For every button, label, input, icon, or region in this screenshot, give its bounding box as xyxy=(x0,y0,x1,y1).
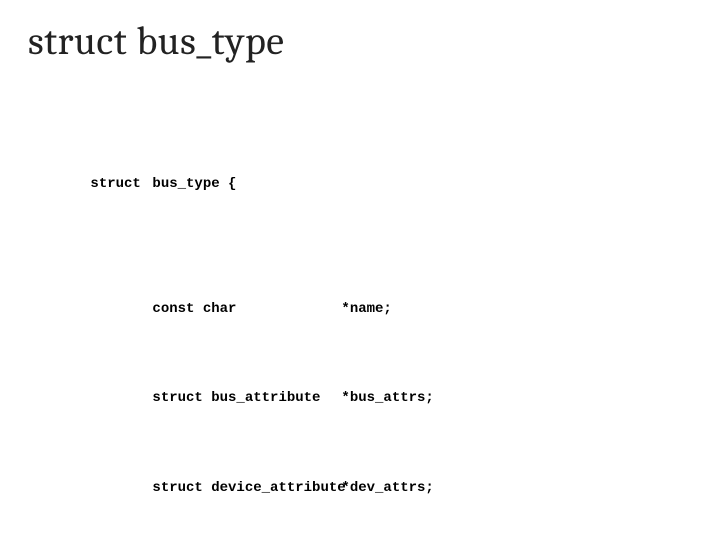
field-var: *dev_attrs; xyxy=(341,480,433,498)
struct-name: bus_type { xyxy=(152,176,341,194)
struct-open-line: structbus_type { xyxy=(40,158,692,212)
field-line: struct bus_attribute*bus_attrs; xyxy=(102,373,692,427)
field-type: const char xyxy=(152,301,341,319)
code-block: structbus_type { const char*name; struct… xyxy=(40,86,692,540)
field-var: *bus_attrs; xyxy=(341,390,433,408)
slide-title: struct bus_type xyxy=(28,18,692,64)
field-line: const char*name; xyxy=(102,283,692,337)
field-var: *name; xyxy=(341,301,391,319)
field-line: struct device_attribute*dev_attrs; xyxy=(102,462,692,516)
field-type: struct device_attribute xyxy=(152,480,341,498)
field-type: struct bus_attribute xyxy=(152,390,341,408)
slide: struct bus_type structbus_type { const c… xyxy=(0,0,720,540)
keyword-struct: struct xyxy=(90,176,152,194)
